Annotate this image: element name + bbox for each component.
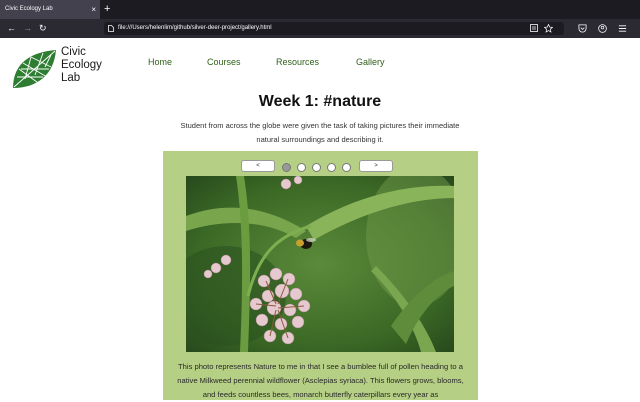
leaf-logo-icon[interactable]: [11, 49, 57, 95]
address-bar[interactable]: file:///Users/helenlim/github/silver-dee…: [104, 22, 564, 35]
bee-milkweed-photo: [186, 176, 454, 352]
account-icon[interactable]: [598, 19, 607, 40]
new-tab-icon[interactable]: +: [104, 0, 110, 19]
browser-tab-strip: Civic Ecology Lab × +: [0, 0, 640, 19]
reload-icon[interactable]: ↻: [39, 19, 47, 38]
carousel-dot[interactable]: [327, 163, 336, 172]
page-title: Week 1: #nature: [258, 93, 382, 110]
previous-button[interactable]: <: [241, 160, 275, 172]
logo-line: Ecology: [61, 59, 102, 71]
forward-icon[interactable]: →: [23, 19, 32, 38]
menu-icon[interactable]: [618, 19, 627, 40]
nav-home[interactable]: Home: [148, 57, 172, 67]
intro-text: Student from across the globe were given…: [180, 121, 460, 144]
nav-gallery[interactable]: Gallery: [356, 57, 385, 67]
gallery-carousel: < > This photo represents Nature to me i…: [163, 151, 478, 400]
web-page: Civic Ecology Lab Home Courses Resources…: [0, 38, 640, 400]
reader-view-icon[interactable]: [530, 22, 538, 36]
back-icon[interactable]: ←: [7, 19, 16, 38]
carousel-dot[interactable]: [297, 163, 306, 172]
carousel-dot[interactable]: [282, 163, 291, 172]
nav-courses[interactable]: Courses: [207, 57, 241, 67]
browser-toolbar: ← → ↻ file:///Users/helenlim/github/silv…: [0, 19, 640, 38]
file-icon: [108, 22, 114, 38]
logo-line: Lab: [61, 72, 81, 84]
site-logo-text[interactable]: Civic Ecology Lab: [61, 46, 121, 85]
carousel-dot[interactable]: [342, 163, 351, 172]
photo-caption: This photo represents Nature to me in th…: [177, 362, 464, 399]
url-text: file:///Users/helenlim/github/silver-dee…: [118, 25, 272, 31]
carousel-dot[interactable]: [312, 163, 321, 172]
bookmark-star-icon[interactable]: [543, 22, 554, 37]
pocket-icon[interactable]: [578, 19, 587, 40]
next-button[interactable]: >: [359, 160, 393, 172]
nav-resources[interactable]: Resources: [276, 57, 319, 67]
close-tab-icon[interactable]: ×: [91, 0, 96, 19]
browser-tab[interactable]: Civic Ecology Lab ×: [0, 0, 100, 19]
logo-line: Civic: [61, 46, 86, 58]
tab-title: Civic Ecology Lab: [5, 6, 53, 12]
